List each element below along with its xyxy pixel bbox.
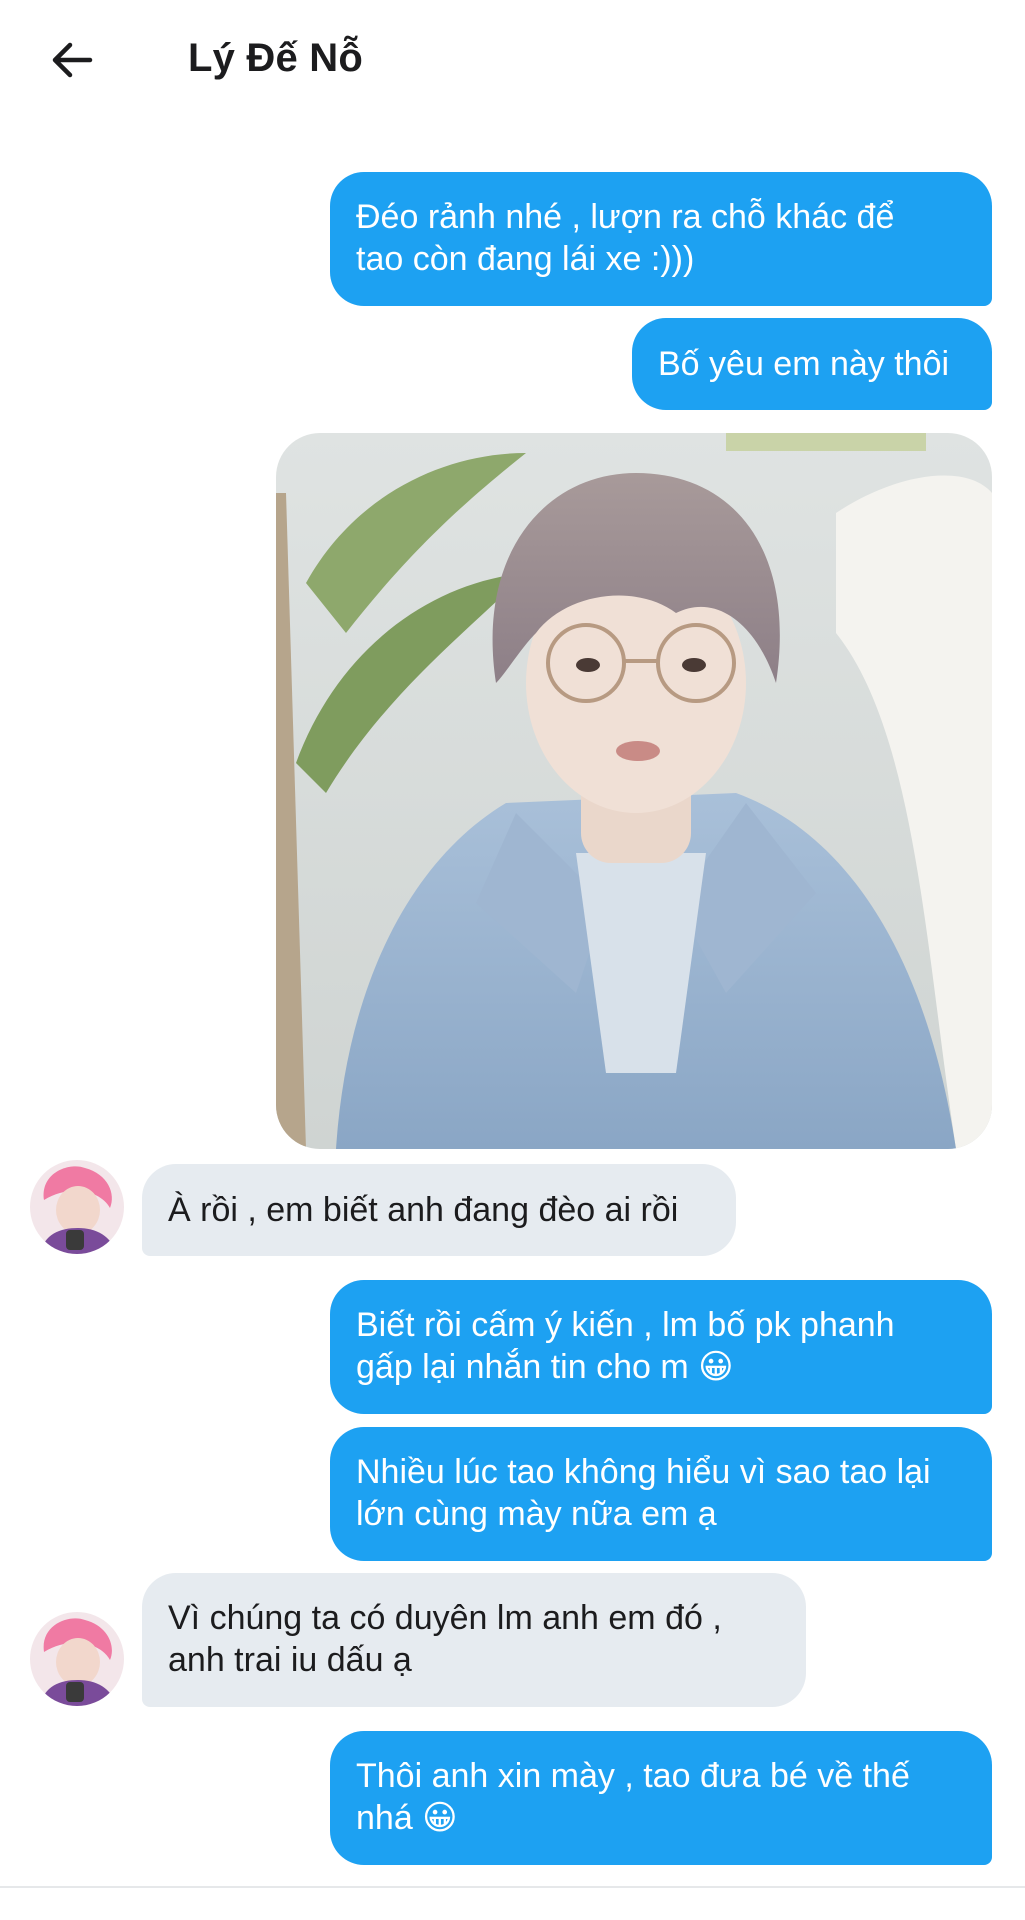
message-text-line: Đéo rảnh nhé , lượn ra chỗ khác để xyxy=(356,198,895,236)
message-text-line: Biết rồi cấm ý kiến , lm bố pk phanh xyxy=(356,1306,895,1344)
message-text-line: tao còn đang lái xe :))) xyxy=(356,240,695,278)
chat-header: Lý Đế Nỗ xyxy=(0,0,1025,120)
avatar-image xyxy=(30,1160,124,1254)
avatar[interactable] xyxy=(30,1612,124,1706)
arrow-left-icon xyxy=(52,42,93,78)
message-text-line: anh trai iu dấu ạ xyxy=(168,1641,412,1679)
message-text-line: À rồi , em biết anh đang đèo ai rồi xyxy=(168,1191,679,1229)
message-text-line: Nhiều lúc tao không hiểu vì sao tao lại xyxy=(356,1453,931,1491)
message-text-line: Vì chúng ta có duyên lm anh em đó , xyxy=(168,1599,722,1637)
conversation-title: Lý Đế Nỗ xyxy=(188,36,363,80)
message-bubble-outgoing[interactable]: Biết rồi cấm ý kiến , lm bố pk phanh gấp… xyxy=(330,1280,992,1414)
message-bubble-outgoing[interactable]: Bố yêu em này thôi xyxy=(632,318,992,410)
photo-message[interactable] xyxy=(276,433,992,1149)
message-text-line: gấp lại nhắn tin cho m 😀 xyxy=(356,1348,734,1386)
avatar[interactable] xyxy=(30,1160,124,1254)
avatar-image xyxy=(30,1612,124,1706)
back-button[interactable] xyxy=(40,28,104,92)
message-bubble-outgoing[interactable]: Nhiều lúc tao không hiểu vì sao tao lại … xyxy=(330,1427,992,1561)
message-text-line: Thôi anh xin mày , tao đưa bé về thế xyxy=(356,1757,910,1795)
message-bubble-incoming[interactable]: À rồi , em biết anh đang đèo ai rồi xyxy=(142,1164,736,1256)
photo-image xyxy=(276,433,992,1149)
message-text-line: nhá 😀 xyxy=(356,1799,458,1837)
message-bubble-outgoing[interactable]: Thôi anh xin mày , tao đưa bé về thế nhá… xyxy=(330,1731,992,1865)
message-bubble-outgoing[interactable]: Đéo rảnh nhé , lượn ra chỗ khác để tao c… xyxy=(330,172,992,306)
composer-divider xyxy=(0,1886,1025,1888)
message-text-line: Bố yêu em này thôi xyxy=(658,345,950,383)
message-text-line: lớn cùng mày nữa em ạ xyxy=(356,1495,717,1533)
message-bubble-incoming[interactable]: Vì chúng ta có duyên lm anh em đó , anh … xyxy=(142,1573,806,1707)
